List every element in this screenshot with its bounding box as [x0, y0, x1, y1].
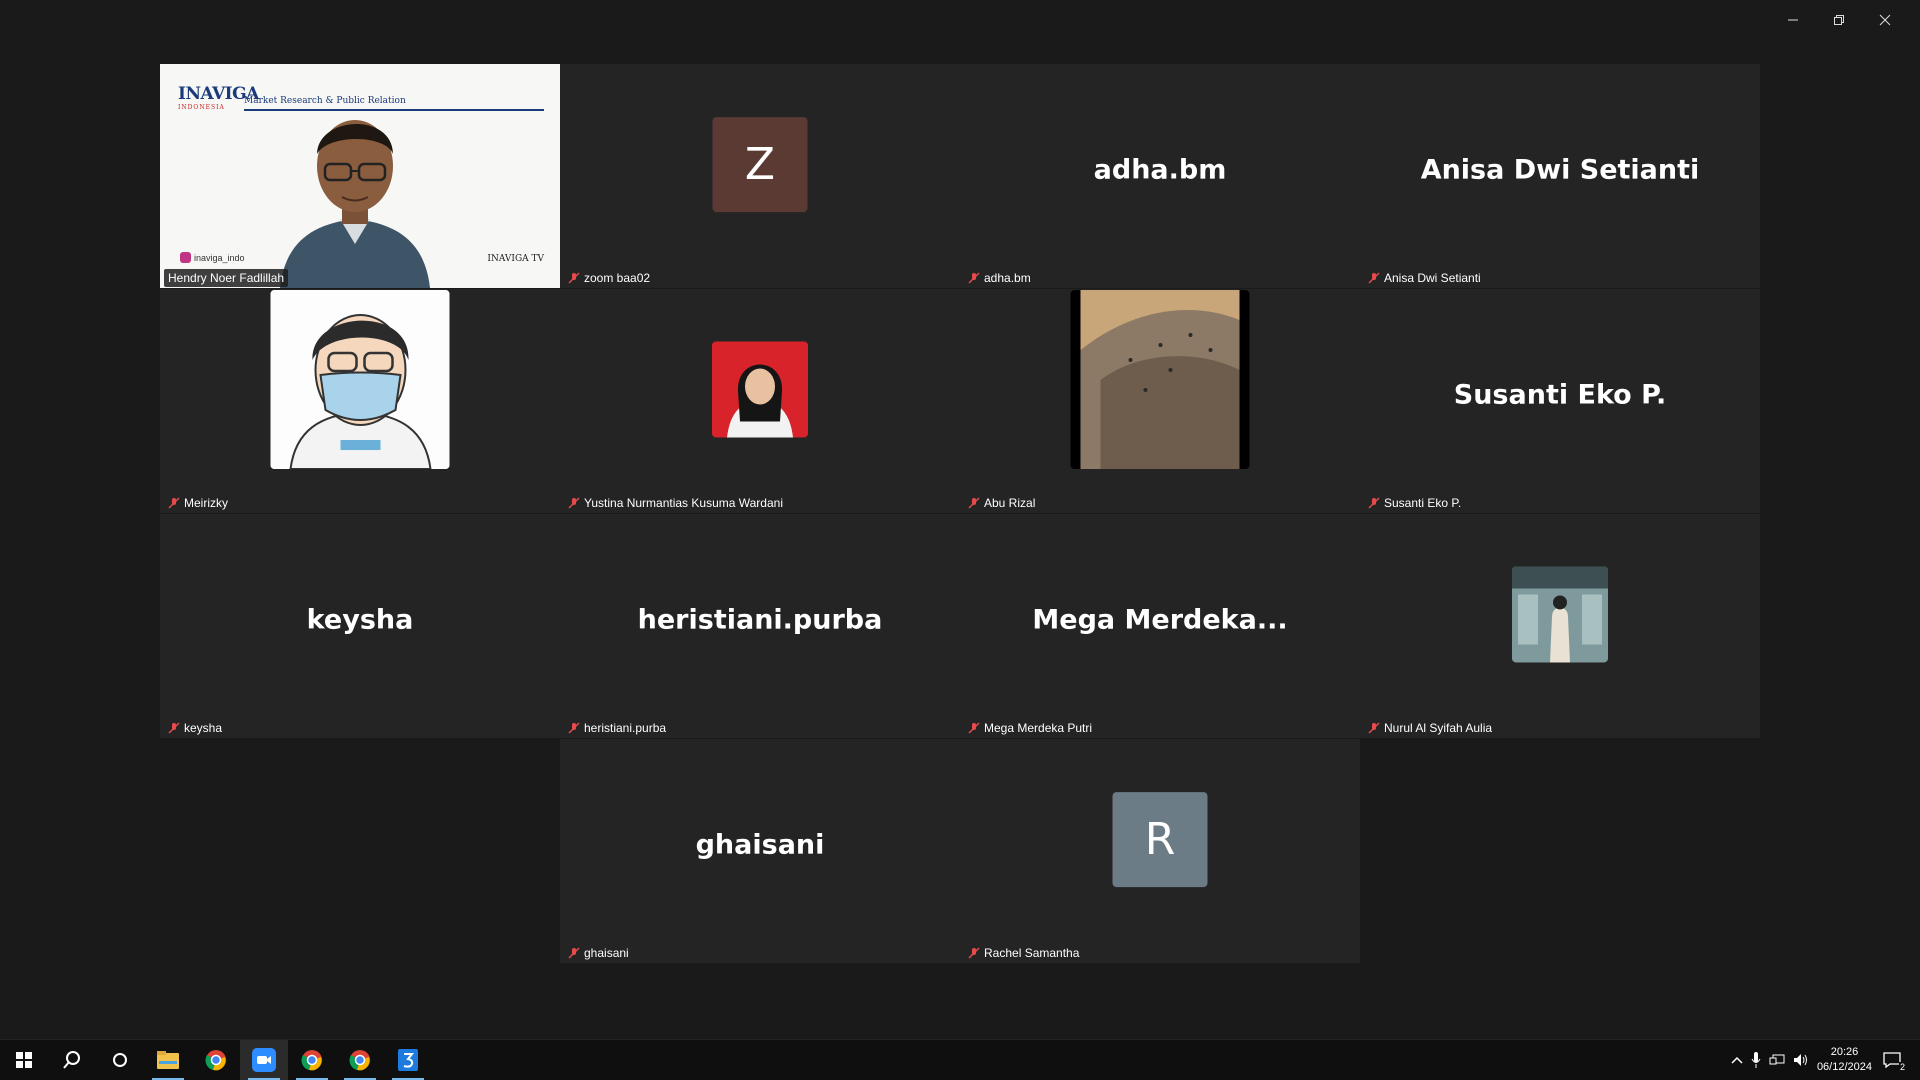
profile-picture	[1512, 566, 1608, 663]
avatar: Z	[712, 117, 808, 213]
profile-picture	[712, 341, 808, 438]
participant-name-label: Rachel Samantha	[964, 944, 1083, 962]
participant-name-label: Yustina Nurmantias Kusuma Wardani	[564, 494, 787, 512]
participant-name-label: zoom baa02	[564, 269, 654, 287]
participant-display-name: Susanti Eko P.	[1453, 379, 1667, 411]
video-tile[interactable]: Mega Merdeka... Mega Merdeka Putri	[960, 514, 1360, 738]
chrome-icon	[205, 1050, 226, 1071]
video-tile[interactable]: R Rachel Samantha	[960, 739, 1360, 963]
video-tile[interactable]: Anisa Dwi Setianti Anisa Dwi Setianti	[1360, 64, 1760, 288]
slide-social: inaviga_indo	[180, 252, 245, 263]
taskbar-app[interactable]	[336, 1040, 384, 1080]
close-icon	[1879, 14, 1891, 26]
video-tile[interactable]: heristiani.purba heristiani.purba	[560, 514, 960, 738]
slide-brand-sub: INDONESIA	[178, 104, 225, 111]
zoom-icon	[252, 1048, 276, 1072]
volume-icon[interactable]	[1793, 1053, 1809, 1067]
video-tile[interactable]: Abu Rizal	[960, 289, 1360, 513]
participant-name-label: ghaisani	[564, 944, 633, 962]
video-tile[interactable]: Z zoom baa02	[560, 64, 960, 288]
taskbar-app[interactable]	[288, 1040, 336, 1080]
participant-name-label: adha.bm	[964, 269, 1035, 287]
start-button[interactable]	[0, 1040, 48, 1080]
close-button[interactable]	[1862, 8, 1908, 32]
participant-display-name: keysha	[306, 604, 414, 636]
participant-name-label: Meirizky	[164, 494, 232, 512]
video-tile[interactable]: Nurul Al Syifah Aulia	[1360, 514, 1760, 738]
app-icon	[398, 1049, 418, 1071]
cortana-icon	[113, 1053, 127, 1067]
muted-mic-icon	[968, 947, 980, 959]
participant-name-label: Anisa Dwi Setianti	[1364, 269, 1485, 287]
microphone-icon[interactable]	[1751, 1052, 1761, 1068]
participant-name-label: heristiani.purba	[564, 719, 670, 737]
avatar: R	[1112, 792, 1208, 888]
taskbar-clock[interactable]: 20:26 06/12/2024	[1817, 1045, 1872, 1075]
participant-name-label: Nurul Al Syifah Aulia	[1364, 719, 1496, 737]
chevron-up-icon[interactable]	[1731, 1055, 1743, 1065]
restore-icon	[1834, 15, 1844, 25]
system-tray: 20:26 06/12/2024 2	[1731, 1040, 1920, 1080]
muted-mic-icon	[1368, 497, 1380, 509]
presenter-video	[280, 120, 430, 288]
minimize-button[interactable]	[1770, 8, 1816, 32]
restore-button[interactable]	[1816, 8, 1862, 32]
instagram-icon	[180, 252, 191, 263]
taskbar-app[interactable]	[144, 1040, 192, 1080]
participant-name-label: Hendry Noer Fadlillah	[164, 269, 289, 287]
participant-display-name: Anisa Dwi Setianti	[1420, 154, 1700, 186]
file-explorer-icon	[157, 1051, 179, 1069]
muted-mic-icon	[568, 272, 580, 284]
profile-picture	[270, 290, 450, 470]
chrome-icon	[301, 1050, 322, 1071]
muted-mic-icon	[568, 947, 580, 959]
search-icon	[63, 1051, 80, 1069]
clock-date: 06/12/2024	[1816, 1061, 1872, 1073]
notification-center-button[interactable]: 2	[1880, 1048, 1906, 1072]
participant-name-label: Abu Rizal	[964, 494, 1039, 512]
muted-mic-icon	[568, 497, 580, 509]
taskbar: 20:26 06/12/2024 2	[0, 1039, 1920, 1080]
participant-display-name: ghaisani	[695, 829, 825, 861]
notification-count: 2	[1898, 1062, 1906, 1072]
taskbar-app[interactable]	[240, 1040, 288, 1080]
video-tile[interactable]: Susanti Eko P. Susanti Eko P.	[1360, 289, 1760, 513]
video-tile[interactable]: ghaisani ghaisani	[560, 739, 960, 963]
profile-picture	[1070, 290, 1250, 470]
participant-display-name: adha.bm	[1093, 154, 1227, 186]
muted-mic-icon	[168, 497, 180, 509]
muted-mic-icon	[1368, 272, 1380, 284]
participant-name-label: keysha	[164, 719, 226, 737]
participant-display-name: Mega Merdeka...	[1032, 604, 1288, 636]
window-controls	[1770, 8, 1908, 32]
video-tile[interactable]: Yustina Nurmantias Kusuma Wardani	[560, 289, 960, 513]
muted-mic-icon	[968, 497, 980, 509]
video-tile[interactable]: Meirizky	[160, 289, 560, 513]
minimize-icon	[1788, 19, 1798, 21]
participant-name-label: Susanti Eko P.	[1364, 494, 1465, 512]
search-button[interactable]	[48, 1040, 96, 1080]
cortana-button[interactable]	[96, 1040, 144, 1080]
taskbar-app[interactable]	[384, 1040, 432, 1080]
muted-mic-icon	[168, 722, 180, 734]
windows-icon	[16, 1052, 32, 1068]
muted-mic-icon	[568, 722, 580, 734]
network-icon[interactable]	[1769, 1053, 1785, 1067]
muted-mic-icon	[968, 272, 980, 284]
chrome-icon	[349, 1050, 370, 1071]
video-tile[interactable]: adha.bm adha.bm	[960, 64, 1360, 288]
muted-mic-icon	[1368, 722, 1380, 734]
muted-mic-icon	[968, 722, 980, 734]
participant-name-label: Mega Merdeka Putri	[964, 719, 1096, 737]
clock-time: 20:26	[1830, 1046, 1859, 1058]
video-tile-presenter[interactable]: INAVIGA INDONESIA Market Research & Publ…	[160, 64, 560, 288]
video-tile[interactable]: keysha keysha	[160, 514, 560, 738]
slide-footer: INAVIGA TV	[487, 254, 544, 264]
participant-display-name: heristiani.purba	[637, 604, 883, 636]
taskbar-app[interactable]	[192, 1040, 240, 1080]
